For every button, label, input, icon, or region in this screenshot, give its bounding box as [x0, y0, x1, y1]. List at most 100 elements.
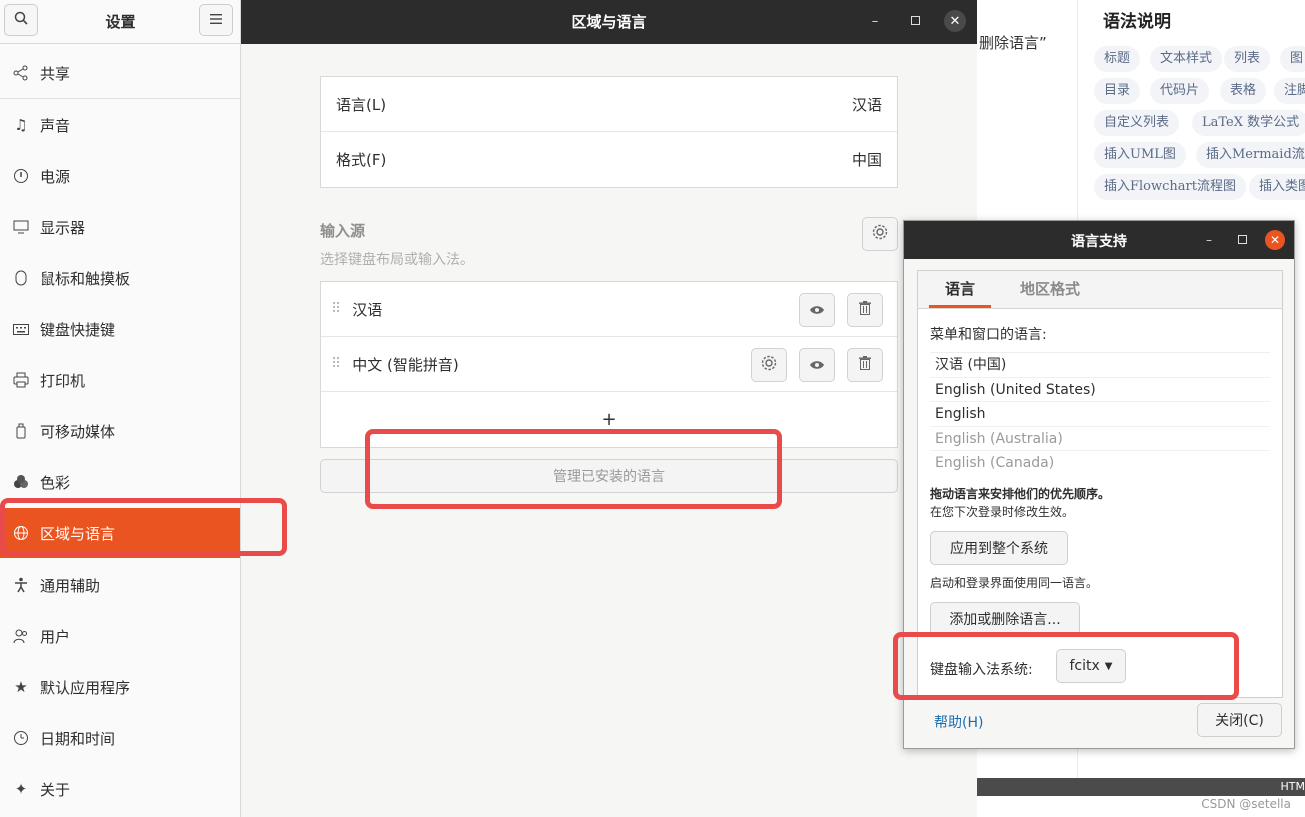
input-source-label: 中文 (智能拼音) — [352, 355, 459, 374]
input-source-row[interactable]: ⠿ 中文 (智能拼音) — [321, 337, 897, 392]
list-item[interactable]: English — [930, 402, 1270, 427]
tag-custom-list[interactable]: 自定义列表 — [1094, 110, 1180, 136]
maximize-button[interactable] — [904, 10, 926, 32]
sidebar-item-default-apps[interactable]: ★ 默认应用程序 — [0, 662, 240, 712]
trash-icon — [859, 356, 871, 374]
trash-icon — [859, 301, 871, 319]
sidebar-item-label: 打印机 — [40, 371, 86, 390]
drag-handle-icon[interactable]: ⠿ — [331, 301, 341, 317]
sidebar-item-keyboard[interactable]: 键盘快捷键 — [0, 304, 240, 354]
input-source-row[interactable]: ⠿ 汉语 — [321, 282, 897, 337]
footer-text: HTM — [1280, 780, 1305, 793]
clock-icon — [12, 729, 30, 747]
dialog-close-window-button[interactable]: ✕ — [1265, 230, 1285, 250]
watermark: CSDN @setella — [1201, 797, 1291, 811]
printer-icon — [12, 371, 30, 389]
sidebar-item-label: 默认应用程序 — [40, 678, 131, 697]
sidebar-item-sharing[interactable]: 共享 — [0, 48, 240, 98]
sidebar-item-about[interactable]: ✦ 关于 — [0, 764, 240, 814]
menu-button[interactable] — [199, 4, 233, 36]
list-item[interactable]: 汉语 (中国) — [930, 353, 1270, 378]
list-item[interactable]: English (Australia) — [930, 427, 1270, 451]
tag-uml[interactable]: 插入UML图 — [1094, 142, 1186, 168]
sidebar-item-accessibility[interactable]: 通用辅助 — [0, 560, 240, 610]
maximize-icon — [1237, 233, 1247, 247]
dialog-headerbar: 语言支持 – ✕ — [904, 221, 1294, 259]
highlight-box-manage-button — [365, 429, 782, 509]
music-note-icon: ♫ — [14, 116, 28, 134]
usb-drive-icon — [12, 422, 30, 440]
tag-code[interactable]: 代码片 — [1150, 78, 1210, 104]
eye-icon — [809, 301, 825, 319]
hamburger-icon — [210, 12, 222, 28]
help-button[interactable]: 帮助(H) — [934, 712, 983, 732]
sidebar-separator — [0, 98, 240, 99]
language-row[interactable]: 语言(L) 汉语 — [321, 77, 897, 132]
sidebar-item-label: 色彩 — [40, 473, 71, 492]
minimize-button[interactable]: – — [864, 10, 886, 32]
tag-table[interactable]: 表格 — [1220, 78, 1267, 104]
sidebar-item-label: 声音 — [40, 116, 71, 135]
settings-sidebar: 共享 ♫ 声音 电源 显示器 鼠标和触摸板 键盘快捷键 打印机 可移动媒体 色彩 … — [0, 44, 241, 817]
language-priority-list[interactable]: 汉语 (中国) English (United States) English … — [930, 352, 1270, 470]
sidebar-item-label: 显示器 — [40, 218, 86, 237]
close-icon: ✕ — [949, 13, 961, 29]
input-sources-options-button[interactable] — [862, 217, 898, 251]
preview-layout-button[interactable] — [799, 293, 835, 327]
tag-footnote[interactable]: 注脚 — [1274, 78, 1305, 104]
remove-input-source-button[interactable] — [847, 348, 883, 382]
settings-window: 设置 区域与语言 – ✕ 共享 ♫ 声音 电源 显示器 鼠标和触摸板 键盘快捷键 … — [0, 0, 977, 817]
tag-class-diagram[interactable]: 插入类图 — [1249, 174, 1305, 200]
maximize-icon — [910, 14, 920, 29]
list-item[interactable]: English (Canada) — [930, 451, 1270, 470]
sidebar-item-displays[interactable]: 显示器 — [0, 202, 240, 252]
share-icon — [12, 64, 30, 82]
syntax-help-title: 语法说明 — [1103, 12, 1171, 32]
dialog-maximize-button[interactable] — [1232, 230, 1252, 250]
dialog-tab-bar: 语言 地区格式 — [918, 271, 1282, 309]
sparkle-icon: ✦ — [14, 780, 28, 798]
drag-hint: 拖动语言来安排他们的优先顺序。 — [930, 487, 1111, 501]
list-item[interactable]: English (United States) — [930, 378, 1270, 402]
tag-list[interactable]: 列表 — [1224, 46, 1271, 72]
sidebar-item-mouse[interactable]: 鼠标和触摸板 — [0, 253, 240, 303]
close-dialog-button[interactable]: 关闭(C) — [1197, 703, 1282, 737]
sidebar-item-label: 电源 — [40, 167, 71, 186]
remove-input-source-button[interactable] — [847, 293, 883, 327]
sidebar-item-users[interactable]: 用户 — [0, 611, 240, 661]
dialog-minimize-button[interactable]: – — [1199, 230, 1219, 250]
tag-image[interactable]: 图 — [1280, 46, 1305, 72]
close-window-button[interactable]: ✕ — [944, 10, 966, 32]
preview-layout-button[interactable] — [799, 348, 835, 382]
background-footer-bar: HTM — [977, 778, 1305, 796]
sidebar-item-power[interactable]: 电源 — [0, 151, 240, 201]
star-icon: ★ — [14, 678, 28, 696]
apply-system-wide-button[interactable]: 应用到整个系统 — [930, 531, 1068, 565]
input-source-settings-button[interactable] — [751, 348, 787, 382]
tag-flowchart[interactable]: 插入Flowchart流程图 — [1094, 174, 1246, 200]
format-row-label: 格式(F) — [336, 151, 387, 169]
drag-handle-icon[interactable]: ⠿ — [331, 356, 341, 372]
tag-text-style[interactable]: 文本样式 — [1150, 46, 1223, 72]
sidebar-item-printers[interactable]: 打印机 — [0, 355, 240, 405]
tab-language[interactable]: 语言 — [929, 271, 991, 308]
tag-title[interactable]: 标题 — [1094, 46, 1141, 72]
sidebar-header: 设置 — [0, 0, 241, 44]
sidebar-item-label: 用户 — [40, 627, 71, 646]
tab-regional-formats[interactable]: 地区格式 — [1010, 271, 1090, 308]
sidebar-item-date-time[interactable]: 日期和时间 — [0, 713, 240, 763]
sidebar-item-removable-media[interactable]: 可移动媒体 — [0, 406, 240, 456]
tag-toc[interactable]: 目录 — [1094, 78, 1141, 104]
sidebar-item-label: 鼠标和触摸板 — [40, 269, 131, 288]
sidebar-item-sound[interactable]: ♫ 声音 — [0, 100, 240, 150]
mouse-icon — [12, 269, 30, 287]
add-remove-languages-button[interactable]: 添加或删除语言... — [930, 602, 1080, 636]
format-row[interactable]: 格式(F) 中国 — [321, 132, 897, 187]
background-text-snippet: 删除语言” — [979, 34, 1047, 52]
gear-icon — [760, 354, 778, 376]
input-sources-subtitle: 选择键盘布局或输入法。 — [320, 252, 474, 268]
sidebar-item-label: 共享 — [40, 64, 71, 83]
power-icon — [12, 167, 30, 185]
tag-latex[interactable]: LaTeX 数学公式 — [1192, 110, 1305, 136]
tag-mermaid[interactable]: 插入Mermaid流程 — [1196, 142, 1305, 168]
